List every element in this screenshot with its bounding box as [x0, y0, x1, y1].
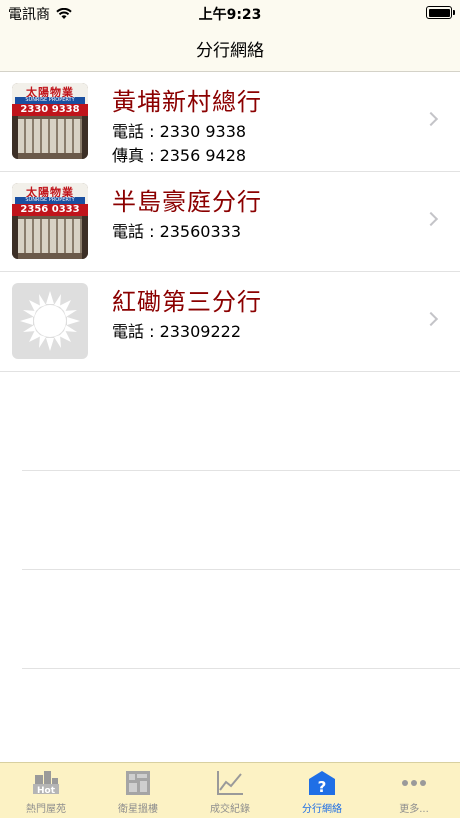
- branch-fax: 傳真 : 2356 9428: [112, 146, 247, 165]
- branch-photo: 太陽物業 SUNRISE PROPERTY 2356 0333: [12, 183, 88, 259]
- svg-text:Hot: Hot: [37, 786, 56, 796]
- satellite-map-icon: [126, 771, 150, 795]
- tab-label: 成交紀錄: [210, 804, 250, 815]
- sun-placeholder-icon: [12, 283, 88, 359]
- status-bar: 電訊商 上午9:23: [0, 0, 460, 24]
- branch-list[interactable]: 太陽物業 SUNRISE PROPERTY 2330 9338 黃埔新村總行 電…: [0, 72, 460, 669]
- page-title: 分行網絡: [196, 41, 264, 61]
- branch-name: 黃埔新村總行: [112, 88, 262, 116]
- branch-phone: 電話 : 23309222: [112, 322, 242, 341]
- tab-label: 衛星搵樓: [118, 804, 158, 815]
- branch-phone: 電話 : 23560333: [112, 222, 242, 241]
- more-dots-icon: [402, 780, 426, 786]
- branch-question-icon: ?: [309, 771, 335, 796]
- chevron-right-icon: [423, 111, 439, 127]
- tab-label: 熱門屋苑: [26, 804, 66, 815]
- branch-name: 紅磡第三分行: [112, 288, 262, 316]
- empty-row: [0, 471, 460, 570]
- tab-branch-network[interactable]: ? 分行網絡: [276, 763, 368, 818]
- tab-satellite-search[interactable]: 衛星搵樓: [92, 763, 184, 818]
- branch-name: 半島豪庭分行: [112, 188, 262, 216]
- empty-row: [0, 372, 460, 471]
- tab-hot-estates[interactable]: Hot 熱門屋苑: [0, 763, 92, 818]
- chart-line-icon: [217, 771, 243, 795]
- tab-transactions[interactable]: 成交紀錄: [184, 763, 276, 818]
- branch-phone: 電話 : 2330 9338: [112, 122, 247, 141]
- branch-row[interactable]: 紅磡第三分行 電話 : 23309222: [0, 272, 460, 372]
- tab-bar: Hot 熱門屋苑 衛星搵樓 成交紀錄 ? 分行網絡 更多...: [0, 762, 460, 818]
- branch-photo: 太陽物業 SUNRISE PROPERTY 2330 9338: [12, 83, 88, 159]
- hot-building-icon: Hot: [33, 771, 59, 796]
- chevron-right-icon: [423, 311, 439, 327]
- tab-label: 更多...: [399, 804, 429, 815]
- battery-icon: [426, 6, 455, 19]
- empty-row: [0, 570, 460, 669]
- svg-text:?: ?: [318, 778, 327, 796]
- branch-row[interactable]: 太陽物業 SUNRISE PROPERTY 2356 0333 半島豪庭分行 電…: [0, 172, 460, 272]
- branch-row[interactable]: 太陽物業 SUNRISE PROPERTY 2330 9338 黃埔新村總行 電…: [0, 72, 460, 172]
- tab-label: 分行網絡: [302, 804, 342, 815]
- tab-more[interactable]: 更多...: [368, 763, 460, 818]
- status-time: 上午9:23: [198, 7, 262, 23]
- chevron-right-icon: [423, 211, 439, 227]
- navigation-bar: 分行網絡: [0, 24, 460, 72]
